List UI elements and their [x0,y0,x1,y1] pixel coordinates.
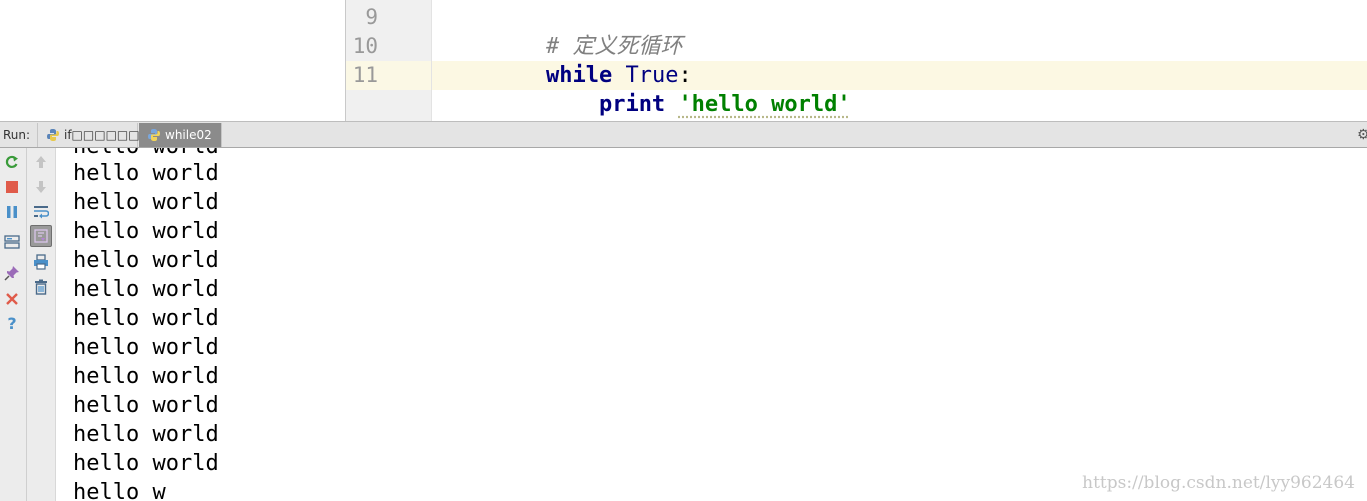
console-line: hello world [73,393,219,418]
watermark: https://blog.csdn.net/lyy962464 [1082,473,1355,493]
console-line: hello world [73,364,219,389]
stop-icon[interactable] [3,178,21,196]
code-line-10[interactable]: while True: [440,32,692,88]
console-line: hello world [73,219,219,244]
run-label: Run: [3,128,31,142]
layout-icon[interactable] [3,233,21,251]
pin-icon[interactable] [3,264,21,282]
console-line: hello world [73,306,219,331]
print-icon[interactable] [32,253,50,271]
run-tab-while02[interactable]: while02 [139,123,222,147]
console-line: hello world [73,161,219,186]
rerun-icon[interactable] [3,153,21,171]
console-output[interactable]: hello world hello world hello world hell… [56,148,1367,501]
console-line: hello world [73,248,219,273]
code-line-11[interactable]: print 'hello world' [440,61,851,117]
close-icon[interactable] [3,290,21,308]
run-tab-if01[interactable]: if□□□□□□01 [37,123,155,147]
line-number: 10 [352,34,378,58]
up-arrow-icon[interactable] [32,153,50,171]
line-number: 11 [352,63,378,87]
down-arrow-icon[interactable] [32,178,50,196]
console-line: hello w [73,480,166,501]
python-icon [47,129,59,141]
string-token: 'hello world' [678,92,851,117]
console-line: hello world [73,422,219,447]
run-toolbar-secondary [27,148,56,501]
gear-icon[interactable]: ⚙ [1357,125,1367,145]
code-editor[interactable]: # 定义死循环 while True: print 'hello world' [432,0,1367,121]
line-number-gutter: 9 10 11 [346,0,432,121]
pause-icon[interactable] [3,203,21,221]
code-line-9[interactable]: # 定义死循环 [440,3,683,59]
trash-icon[interactable] [32,278,50,296]
python-icon [148,129,160,141]
console-line: hello world [73,190,219,215]
project-pane[interactable] [0,0,346,121]
line-number: 9 [365,5,378,29]
run-tool-window-header: Run: if□□□□□□01 while02 ⚙ [0,121,1367,148]
editor-area: 9 10 11 # 定义死循环 while True: print 'hello… [0,0,1367,121]
console-line: hello world [73,277,219,302]
soft-wrap-icon[interactable] [32,203,50,221]
console-line: hello world [73,451,219,476]
ide-window: 9 10 11 # 定义死循环 while True: print 'hello… [0,0,1367,501]
console-line: hello world [73,335,219,360]
keyword-token: print [598,92,666,117]
run-toolbar-primary: ? [0,148,27,501]
help-icon[interactable]: ? [3,314,21,333]
scroll-to-end-icon[interactable] [30,225,52,247]
tab-label: while02 [165,128,212,142]
